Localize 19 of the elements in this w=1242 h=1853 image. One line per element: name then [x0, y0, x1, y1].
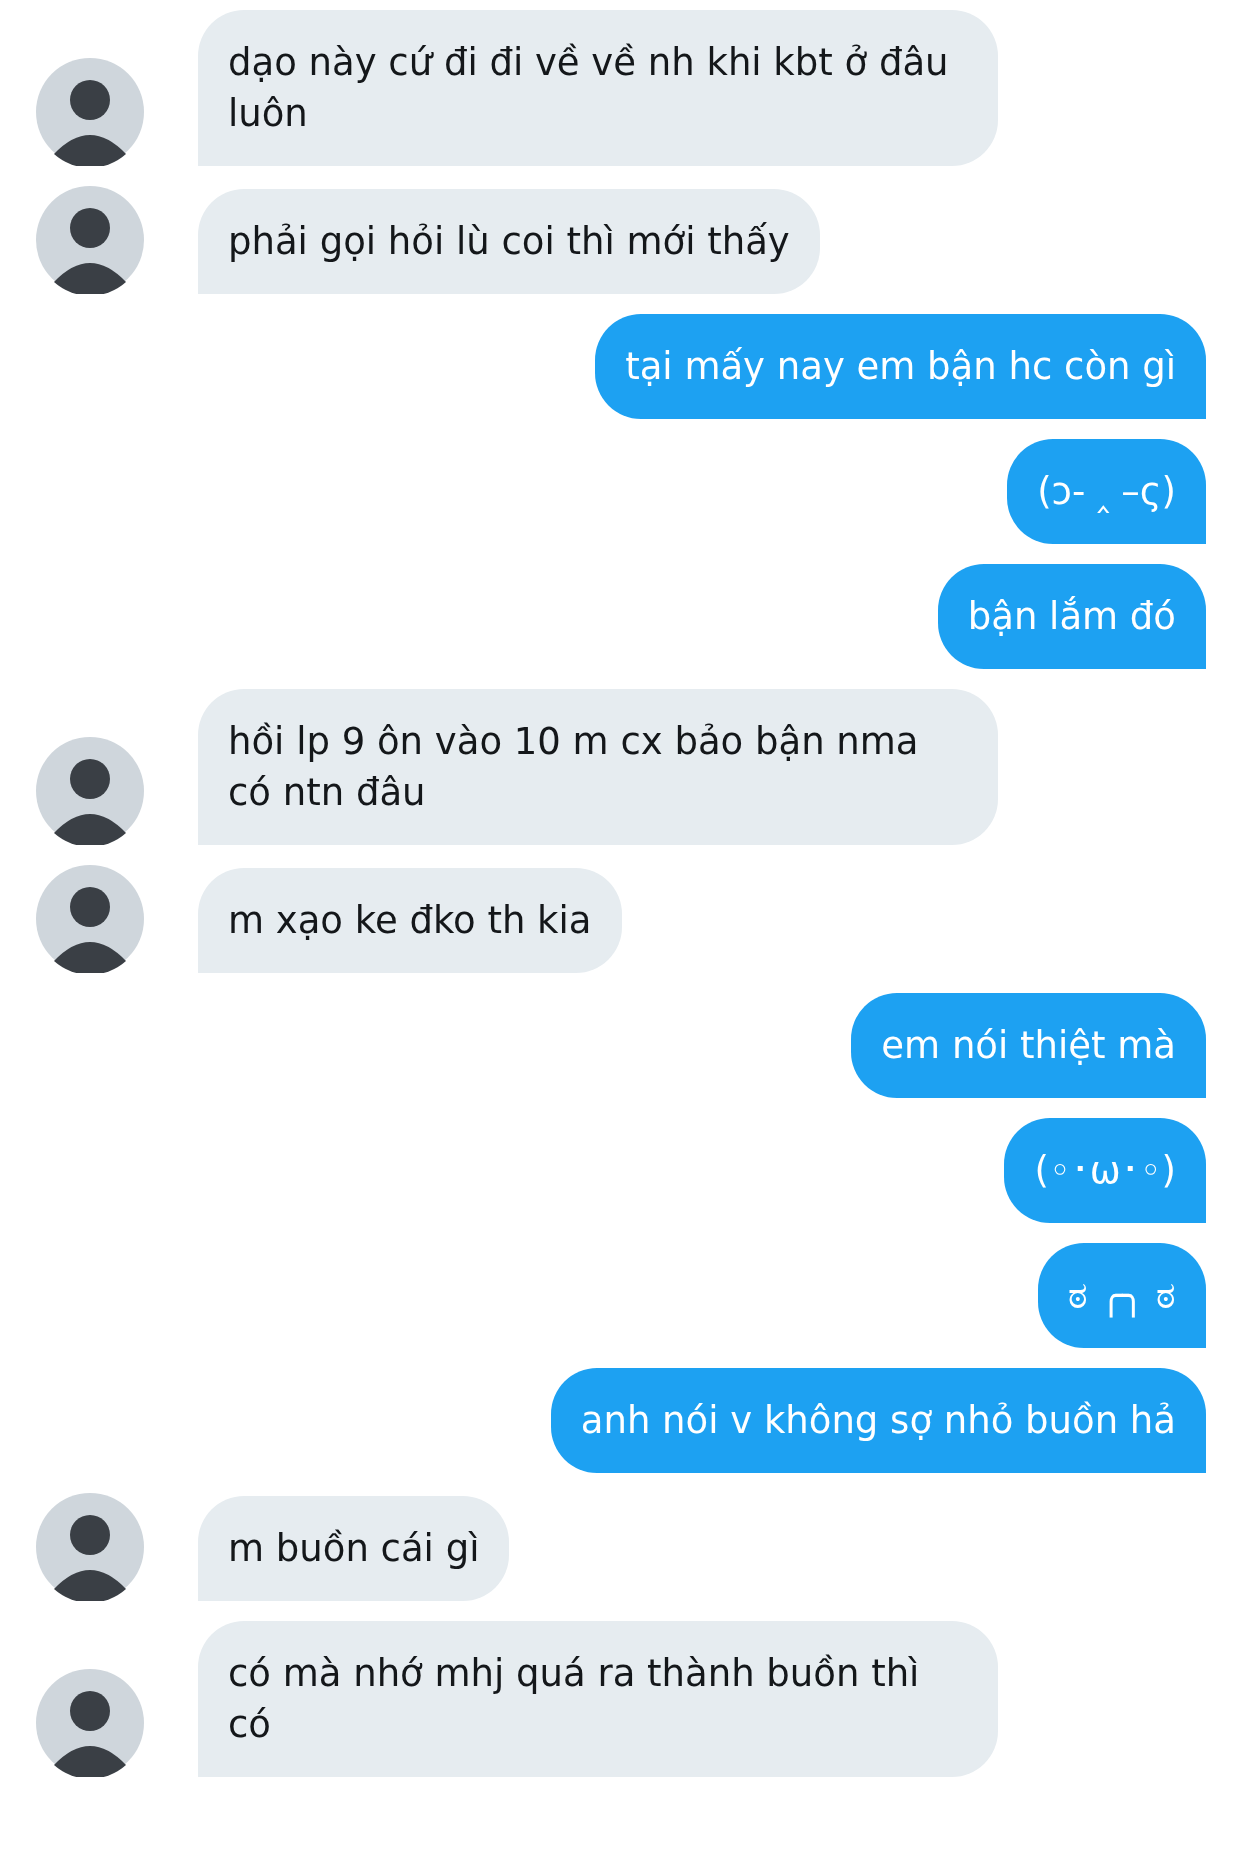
- avatar-icon: [36, 865, 144, 973]
- message-bubble: (◦･ω･◦): [1004, 1118, 1206, 1223]
- avatar-icon: [36, 1493, 144, 1601]
- message-bubble: anh nói v không sợ nhỏ buồn hả: [550, 1368, 1206, 1473]
- message-bubble: ಠ ╭╮ ಠ: [1037, 1243, 1206, 1348]
- avatar-icon: [36, 186, 144, 294]
- message-bubble: hồi lp 9 ôn vào 10 m cx bảo bận nma có ntn đâu: [198, 689, 998, 845]
- message-bubble: bận lắm đó: [937, 564, 1206, 669]
- message-bubble: m buồn cái gì: [198, 1496, 510, 1601]
- message-bubble: em nói thiệt mà: [851, 993, 1206, 1098]
- message-bubble: phải gọi hỏi lù coi thì mới thấy: [198, 189, 820, 294]
- message-bubble: tại mấy nay em bận hc còn gì: [595, 314, 1206, 419]
- message-bubble: dạo này cứ đi đi về về nh khi kbt ở đâu luôn: [198, 10, 998, 166]
- message-bubble: có mà nhớ mhj quá ra thành buồn thì có: [198, 1621, 998, 1777]
- message-bubble: (ɔ- ‸ –ς): [1007, 439, 1206, 544]
- avatar-icon: [36, 1669, 144, 1777]
- avatar-icon: [36, 58, 144, 166]
- avatar-icon: [36, 737, 144, 845]
- message-bubble: m xạo ke đko th kia: [198, 868, 622, 973]
